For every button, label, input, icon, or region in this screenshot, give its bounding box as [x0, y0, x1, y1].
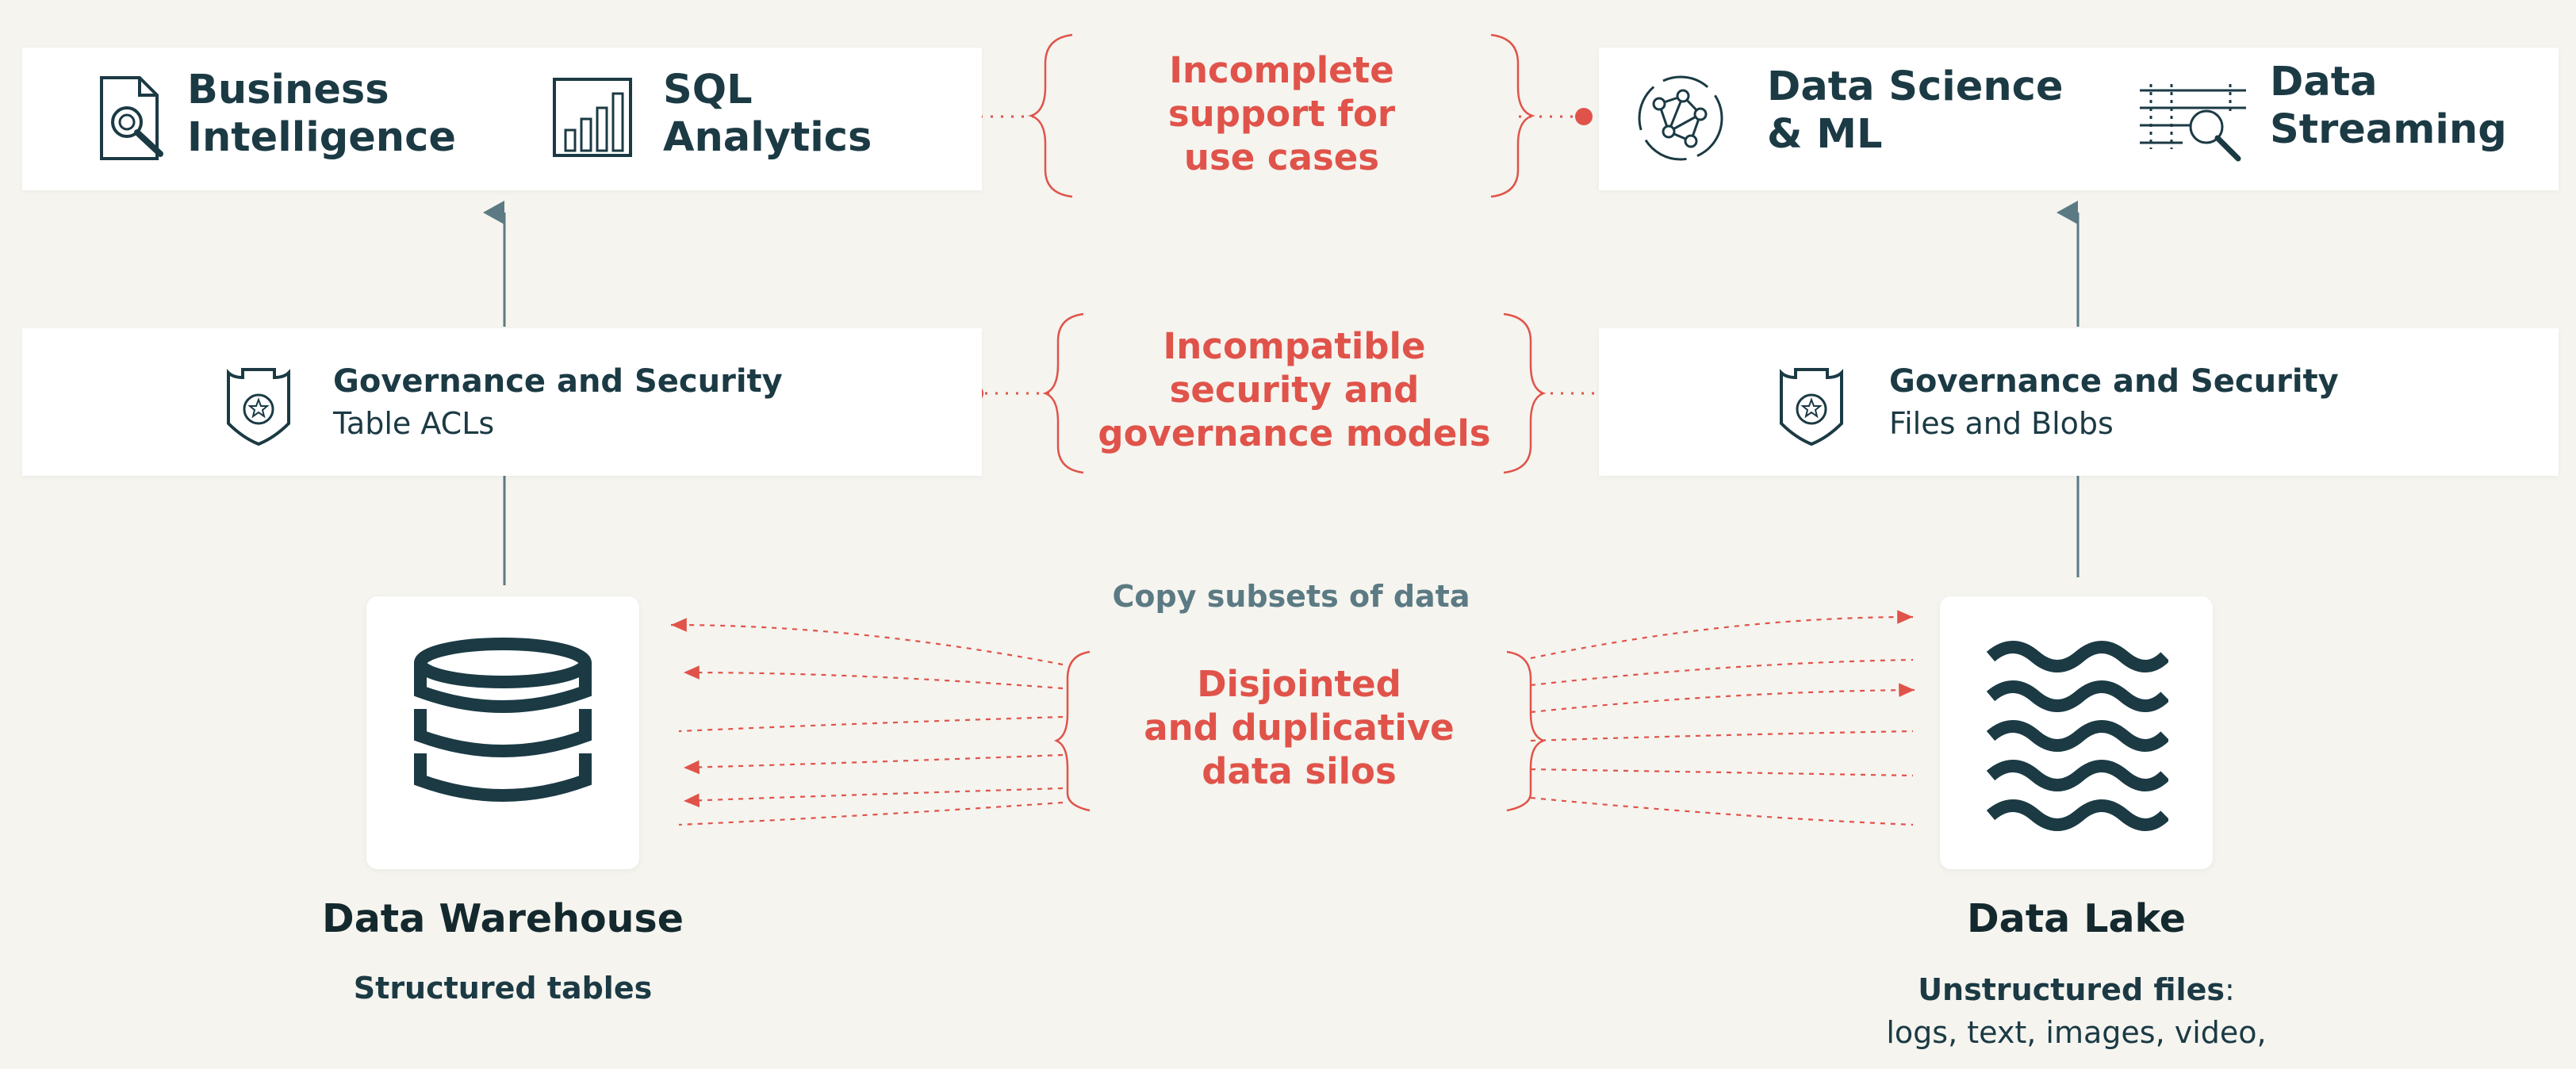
callout-incompatible-security: Incompatible security and governance mod…	[1098, 325, 1491, 454]
copy-subsets-label: Copy subsets of data	[1112, 579, 1470, 614]
network-graph-icon	[1638, 75, 1723, 161]
data-lake-box	[1940, 596, 2213, 869]
callout-disjointed-silos: Disjointed and duplicative data silos	[1144, 663, 1455, 792]
callout-incomplete-use-cases: Incomplete support for use cases	[1167, 49, 1396, 178]
governance-subtitle-right: Files and Blobs	[1889, 406, 2114, 441]
analytics-card-left: Business Intelligence SQL Analytics	[22, 48, 982, 190]
governance-title-right: Governance and Security	[1889, 363, 2339, 400]
data-streaming-label: Data Streaming	[2270, 59, 2507, 154]
data-warehouse-box	[366, 596, 639, 869]
copy-arrows-to-warehouse	[670, 618, 1064, 826]
data-lake-file-types: logs, text, images, video,	[1886, 1015, 2267, 1050]
governance-title-left: Governance and Security	[333, 363, 783, 400]
data-lake-subtitle-colon: :	[2224, 972, 2235, 1007]
data-science-ml-label: Data Science & ML	[1767, 63, 2064, 159]
data-warehouse-title: Data Warehouse	[322, 896, 684, 941]
data-lake-subtitle-bold: Unstructured files	[1918, 972, 2225, 1007]
database-icon	[414, 638, 592, 802]
analytics-card-right: Data Science & ML Data Streaming	[1599, 48, 2559, 190]
business-intelligence-label: Business Intelligence	[187, 67, 456, 162]
sql-analytics-label: SQL Analytics	[663, 67, 872, 162]
shield-badge-icon	[1780, 368, 1843, 446]
copy-arrows-to-lake	[1530, 610, 1915, 826]
waves-icon	[1986, 641, 2168, 831]
governance-card-left: Governance and Security Table ACLs	[22, 328, 982, 476]
data-lake-subtitle: Unstructured files:	[1838, 972, 2314, 1007]
bar-chart-icon	[553, 78, 632, 157]
document-search-icon	[100, 76, 163, 160]
data-lake-title: Data Lake	[1966, 896, 2187, 941]
data-warehouse-subtitle: Structured tables	[353, 971, 653, 1006]
data-streaming-icon	[2140, 84, 2246, 162]
governance-subtitle-left: Table ACLs	[333, 406, 495, 441]
governance-card-right: Governance and Security Files and Blobs	[1599, 328, 2559, 476]
shield-badge-icon	[227, 368, 290, 446]
